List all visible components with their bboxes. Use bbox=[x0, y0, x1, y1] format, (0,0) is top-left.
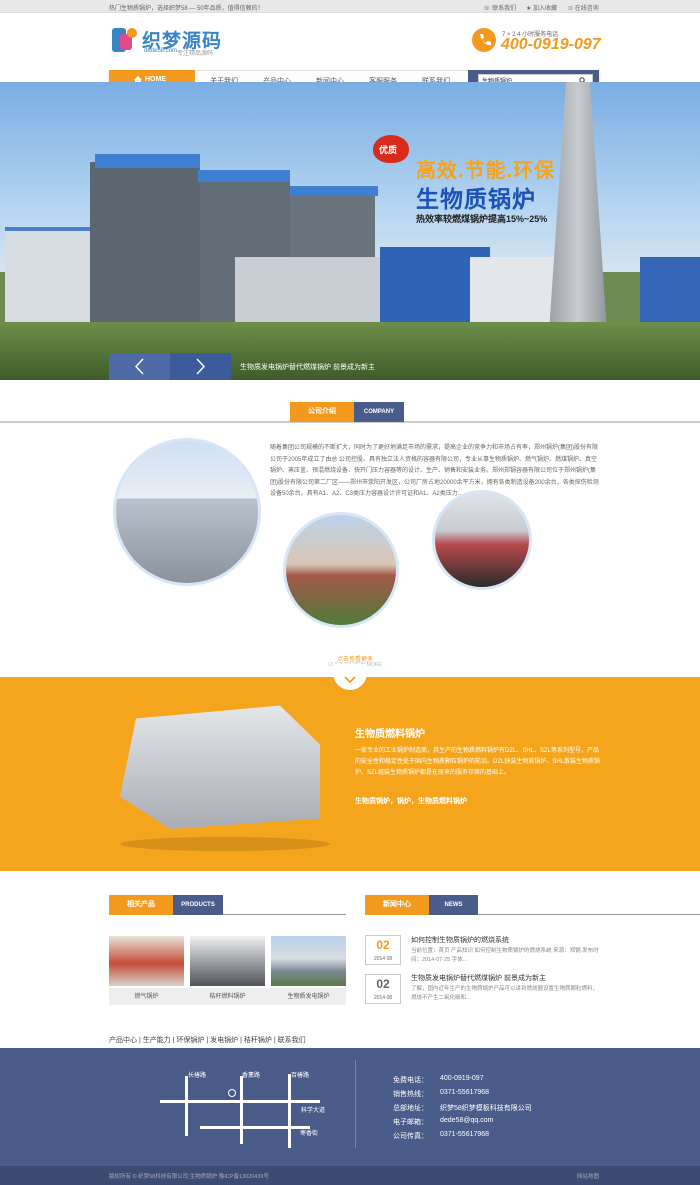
contact-label: 电子邮箱： bbox=[393, 1119, 428, 1126]
logo-icon[interactable] bbox=[112, 26, 138, 54]
footer-divider bbox=[355, 1060, 356, 1148]
favorite-label: 加入收藏 bbox=[533, 6, 558, 12]
boiler-image bbox=[120, 705, 320, 829]
banner-headline-1: 高效.节能.环保 bbox=[416, 160, 556, 182]
chevron-left-icon bbox=[134, 358, 144, 375]
tab-news-cn[interactable]: 新闻中心 bbox=[365, 895, 429, 915]
about-photo-campus bbox=[283, 512, 399, 628]
contact-label: 免费电话： bbox=[393, 1077, 428, 1084]
quick-link[interactable]: 联系我们 bbox=[278, 1037, 306, 1044]
news-date: 02 2014 08 bbox=[365, 974, 401, 1004]
contact-value[interactable]: dede58@qq.com bbox=[440, 1117, 493, 1124]
copyright-text: 版权所有 © 织梦58科技有限公司 生物质锅炉 豫ICP备13020439号 bbox=[109, 1174, 269, 1180]
online-label: 在线咨询 bbox=[574, 6, 599, 12]
product-card-power-boiler[interactable] bbox=[271, 936, 346, 986]
news-title[interactable]: 生物质发电锅炉替代燃煤锅炉 前景成为新主 bbox=[411, 973, 546, 983]
banner-headline-2: 生物质锅炉 bbox=[416, 186, 536, 212]
news-day: 02 bbox=[376, 977, 390, 991]
sitemap-link[interactable]: 网站地图 bbox=[577, 1172, 599, 1180]
quick-link[interactable]: 发电锅炉 bbox=[210, 1037, 238, 1044]
logo-slogan: 专注精品源码 bbox=[177, 51, 214, 57]
quality-badge-label: 优质 bbox=[379, 145, 398, 155]
product-card-gas-boiler[interactable] bbox=[109, 936, 184, 986]
map-label: 长椿路 bbox=[188, 1073, 207, 1079]
map-label: 科学大道 bbox=[301, 1108, 326, 1114]
tab-company-en[interactable]: COMPANY bbox=[354, 402, 404, 422]
quick-link[interactable]: 环保锅炉 bbox=[176, 1037, 204, 1044]
tab-products-en[interactable]: PRODUCTS bbox=[173, 895, 223, 915]
contact-value: 织梦58织梦模板科技有限公司 bbox=[440, 1105, 532, 1112]
about-photo-boiler bbox=[432, 490, 532, 590]
map-label: 香薰路 bbox=[242, 1073, 261, 1079]
product-caption[interactable]: 生物质发电锅炉 bbox=[271, 991, 346, 1000]
contact-value: 400-0919-097 bbox=[440, 1075, 484, 1082]
tab-company-cn[interactable]: 公司介绍 bbox=[290, 402, 354, 422]
news-summary: 了解，国内近年生产的生物质锅炉产品可以讲到燃烧器设置生物质颗粒燃料，燃烧不产生二… bbox=[411, 986, 599, 1001]
footer bbox=[0, 1048, 700, 1166]
quick-link[interactable]: 秸秆锅炉 bbox=[244, 1037, 272, 1044]
quick-links: 产品中心 | 生产能力 | 环保锅炉 | 发电锅炉 | 秸秆锅炉 | 联系我们 bbox=[109, 1037, 306, 1044]
contact-label: 总部地址： bbox=[393, 1105, 428, 1112]
contact-value: 0371-55617968 bbox=[440, 1131, 490, 1138]
add-favorite-link[interactable]: ★ 加入收藏 bbox=[526, 3, 557, 12]
contact-label: 公司传真： bbox=[393, 1133, 428, 1140]
product-caption[interactable]: 燃气锅炉 bbox=[109, 991, 184, 1000]
chevron-down-icon bbox=[344, 676, 356, 684]
banner-caption[interactable]: 生物质发电锅炉替代燃煤锅炉 前景成为新主 bbox=[240, 362, 375, 372]
map-pin-icon bbox=[228, 1089, 236, 1097]
chevron-right-icon bbox=[196, 358, 206, 375]
tab-related-products[interactable]: 相关产品 bbox=[109, 895, 173, 915]
phone-icon bbox=[472, 28, 496, 52]
quality-badge: 优质 bbox=[373, 135, 409, 163]
banner-next-button[interactable] bbox=[170, 353, 231, 380]
news-year-month: 2014 08 bbox=[373, 995, 393, 1001]
map-label: 枣香街 bbox=[300, 1131, 319, 1137]
news-summary: 当前位置：首页 产品知识 如何控制生物质锅炉的燃烧系统 来源：郑锅 发布时间：2… bbox=[411, 948, 599, 963]
news-title[interactable]: 如何控制生物质锅炉的燃烧系统 bbox=[411, 935, 509, 945]
contact-label: 销售热线： bbox=[393, 1091, 428, 1098]
product-card-straw-boiler[interactable] bbox=[190, 936, 265, 986]
news-date: 02 2014 08 bbox=[365, 935, 401, 965]
product-tags: 生物质锅炉，锅炉，生物质燃料锅炉 bbox=[355, 798, 467, 805]
quick-link[interactable]: 产品中心 bbox=[109, 1037, 137, 1044]
banner-headline-3: 热效率较燃煤锅炉提高15%~25% bbox=[416, 214, 548, 224]
tab-news-en[interactable]: NEWS bbox=[429, 895, 478, 915]
news-year-month: 2014 08 bbox=[373, 956, 393, 962]
banner-prev-button[interactable] bbox=[109, 353, 170, 380]
product-caption[interactable]: 秸秆燃料锅炉 bbox=[190, 991, 265, 1000]
hotline-number: 400-0919-097 bbox=[501, 36, 601, 53]
hero-banner bbox=[0, 82, 700, 380]
news-day: 02 bbox=[376, 938, 390, 952]
contact-us-label: 联系我们 bbox=[492, 6, 517, 12]
about-text: 随着集团公司规模的不断扩大，同时为了更好地满足市场的需求，提高企业的竞争力和市场… bbox=[270, 445, 599, 497]
map-label: 百椿路 bbox=[291, 1073, 310, 1079]
scroll-down-tab[interactable] bbox=[333, 664, 367, 690]
about-photo-building bbox=[113, 438, 261, 586]
product-description: 一家专业的工业锅炉制造商，其生产的生物质燃料锅炉有DZL、SHL、SZL等系列型… bbox=[355, 748, 601, 776]
contact-us-link[interactable]: ☏ 联系我们 bbox=[483, 3, 516, 12]
top-greeting: 热门生物质锅炉，选择织梦58 — 50年品质，值得信赖的！ bbox=[109, 6, 264, 12]
quick-link[interactable]: 生产能力 bbox=[143, 1037, 171, 1044]
location-map[interactable]: 长椿路 香薰路 百椿路 科学大道 枣香街 bbox=[160, 1068, 340, 1148]
online-consult-link[interactable]: ⊙ 在线咨询 bbox=[568, 3, 599, 12]
contact-value: 0371-55617968 bbox=[440, 1089, 490, 1096]
product-title[interactable]: 生物质燃料锅炉 bbox=[355, 725, 425, 740]
top-bar: 热门生物质锅炉，选择织梦58 — 50年品质，值得信赖的！ ☏ 联系我们 ★ 加… bbox=[0, 0, 700, 13]
logo-domain: dede58.com bbox=[144, 48, 178, 54]
